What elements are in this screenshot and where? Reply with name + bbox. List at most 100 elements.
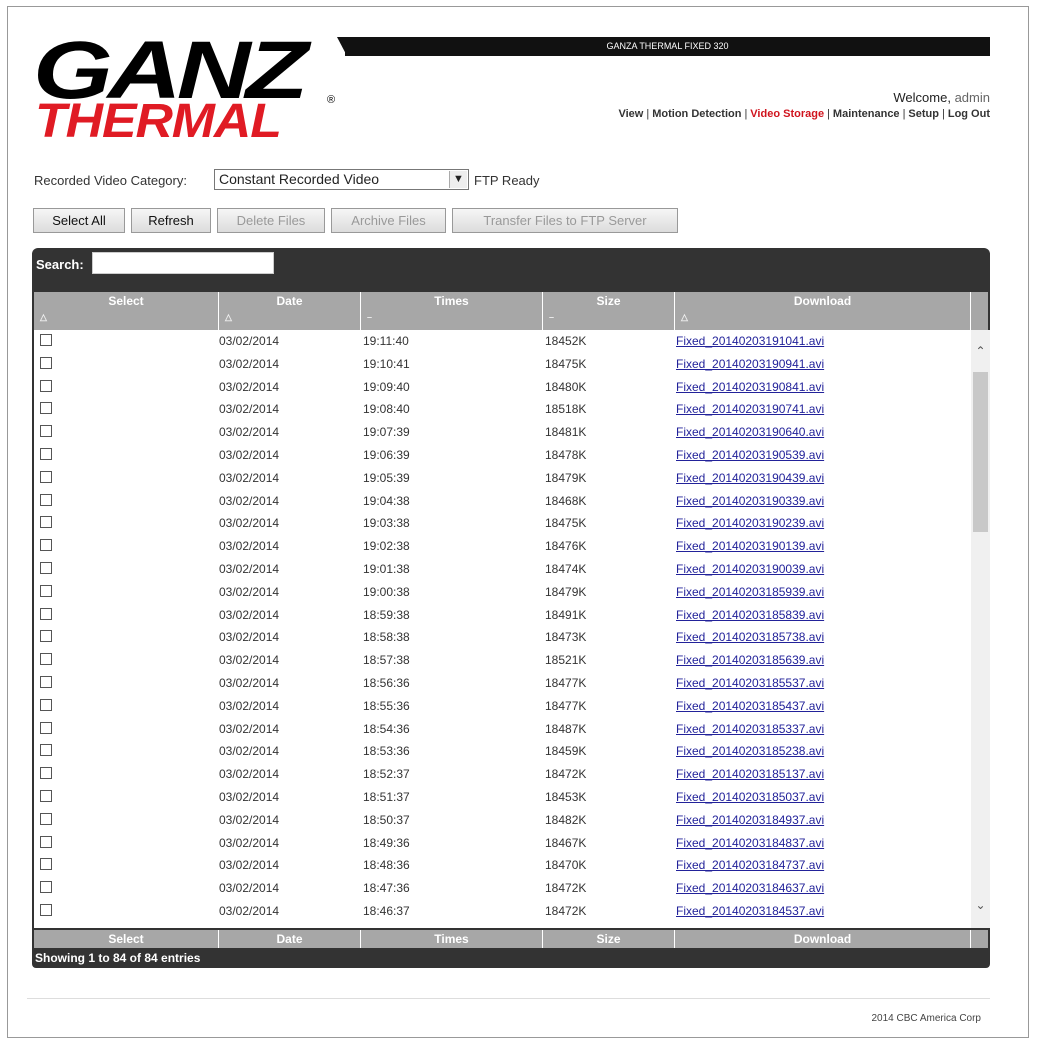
row-checkbox[interactable] — [40, 516, 52, 529]
row-checkbox[interactable] — [40, 607, 52, 620]
row-checkbox[interactable] — [40, 767, 52, 780]
nav-log-out[interactable]: Log Out — [948, 108, 990, 120]
table-row: 03/02/2014 19:02:38 18476K Fixed_2014020319… — [34, 535, 970, 558]
download-link[interactable]: Fixed_20140203184637.avi — [676, 881, 824, 895]
row-date: 03/02/2014 — [219, 448, 280, 462]
sort-icon: △ — [40, 312, 47, 322]
nav-maintenance[interactable]: Maintenance — [833, 108, 900, 120]
category-select[interactable]: Constant Recorded Video ▼ — [214, 169, 469, 190]
transfer-ftp-button[interactable]: Transfer Files to FTP Server — [452, 208, 678, 233]
row-date: 03/02/2014 — [219, 356, 280, 371]
column-header-date[interactable]: Date △ — [219, 292, 361, 330]
vertical-scrollbar[interactable]: ⌃ ⌄ — [971, 330, 990, 928]
row-size: 18478K — [545, 448, 587, 462]
delete-files-button[interactable]: Delete Files — [217, 208, 325, 233]
download-link[interactable]: Fixed_20140203185137.avi — [676, 767, 824, 781]
row-date: 03/02/2014 — [219, 767, 280, 782]
row-checkbox[interactable] — [40, 425, 52, 438]
search-input[interactable] — [92, 252, 274, 274]
row-checkbox[interactable] — [40, 630, 52, 643]
row-checkbox[interactable] — [40, 448, 52, 460]
device-title-banner: GANZA THERMAL FIXED 320 — [345, 37, 990, 56]
scroll-down-icon[interactable]: ⌄ — [971, 898, 990, 912]
row-checkbox[interactable] — [40, 334, 52, 346]
scroll-thumb[interactable] — [973, 372, 988, 532]
row-size: 18487K — [545, 721, 587, 736]
row-size: 18467K — [545, 835, 587, 850]
column-header-size[interactable]: Size – — [543, 292, 675, 330]
download-link[interactable]: Fixed_20140203190239.avi — [676, 516, 824, 530]
download-link[interactable]: Fixed_20140203185939.avi — [676, 585, 824, 599]
row-checkbox[interactable] — [40, 904, 52, 916]
select-all-button[interactable]: Select All — [33, 208, 125, 233]
row-checkbox[interactable] — [40, 584, 52, 597]
download-link[interactable]: Fixed_20140203190439.avi — [676, 471, 824, 485]
row-date: 03/02/2014 — [219, 812, 280, 827]
download-link[interactable]: Fixed_20140203184937.avi — [676, 813, 824, 827]
download-link[interactable]: Fixed_20140203185238.avi — [676, 744, 824, 758]
row-checkbox[interactable] — [40, 470, 52, 483]
download-link[interactable]: Fixed_20140203190941.avi — [676, 357, 824, 371]
row-checkbox[interactable] — [40, 379, 52, 392]
chevron-down-icon[interactable]: ▼ — [449, 171, 467, 188]
row-checkbox[interactable] — [40, 881, 52, 894]
row-date: 03/02/2014 — [219, 584, 280, 599]
download-link[interactable]: Fixed_20140203185639.avi — [676, 653, 824, 667]
row-checkbox[interactable] — [40, 858, 52, 871]
download-link[interactable]: Fixed_20140203185037.avi — [676, 790, 824, 804]
row-checkbox[interactable] — [40, 676, 52, 688]
download-link[interactable]: Fixed_20140203191041.avi — [676, 334, 824, 348]
scroll-up-icon[interactable]: ⌃ — [971, 344, 990, 358]
sort-icon: △ — [225, 312, 232, 322]
download-link[interactable]: Fixed_20140203184537.avi — [676, 904, 824, 918]
row-checkbox[interactable] — [40, 812, 52, 825]
row-size: 18481K — [545, 425, 587, 440]
row-time: 18:56:36 — [363, 676, 410, 690]
download-link[interactable]: Fixed_20140203190539.avi — [676, 448, 824, 462]
download-link[interactable]: Fixed_20140203185839.avi — [676, 608, 824, 622]
row-date: 03/02/2014 — [219, 653, 280, 668]
row-checkbox[interactable] — [40, 744, 52, 757]
row-time: 18:55:36 — [363, 698, 410, 713]
download-link[interactable]: Fixed_20140203190640.avi — [676, 425, 824, 439]
row-checkbox[interactable] — [40, 493, 52, 506]
column-header-select[interactable]: Select △ — [34, 292, 219, 330]
download-link[interactable]: Fixed_20140203185537.avi — [676, 676, 824, 690]
row-checkbox[interactable] — [40, 721, 52, 734]
row-checkbox[interactable] — [40, 402, 52, 415]
row-time: 18:46:37 — [363, 904, 410, 918]
row-checkbox[interactable] — [40, 835, 52, 848]
table-row: 03/02/2014 18:53:36 18459K Fixed_2014020318… — [34, 740, 970, 763]
category-selected-value: Constant Recorded Video — [219, 171, 380, 187]
nav-view[interactable]: View — [618, 108, 643, 120]
nav-setup[interactable]: Setup — [908, 108, 939, 120]
archive-files-button[interactable]: Archive Files — [331, 208, 446, 233]
download-link[interactable]: Fixed_20140203190741.avi — [676, 402, 824, 416]
refresh-button[interactable]: Refresh — [131, 208, 211, 233]
row-checkbox[interactable] — [40, 698, 52, 711]
footer-size: Size — [543, 930, 675, 948]
row-checkbox[interactable] — [40, 539, 52, 552]
download-link[interactable]: Fixed_20140203185337.avi — [676, 722, 824, 736]
nav-motion-detection[interactable]: Motion Detection — [652, 108, 741, 120]
row-date: 03/02/2014 — [219, 744, 280, 759]
row-size: 18470K — [545, 858, 587, 873]
download-link[interactable]: Fixed_20140203184837.avi — [676, 836, 824, 850]
column-header-times[interactable]: Times – — [361, 292, 543, 330]
download-link[interactable]: Fixed_20140203185738.avi — [676, 630, 824, 644]
download-link[interactable]: Fixed_20140203190039.avi — [676, 562, 824, 576]
row-checkbox[interactable] — [40, 562, 52, 574]
row-checkbox[interactable] — [40, 790, 52, 802]
row-size: 18480K — [545, 379, 587, 394]
download-link[interactable]: Fixed_20140203184737.avi — [676, 858, 824, 872]
download-link[interactable]: Fixed_20140203190841.avi — [676, 380, 824, 394]
row-checkbox[interactable] — [40, 356, 52, 369]
row-size: 18474K — [545, 562, 587, 576]
row-checkbox[interactable] — [40, 653, 52, 666]
download-link[interactable]: Fixed_20140203185437.avi — [676, 699, 824, 713]
row-size: 18477K — [545, 698, 587, 713]
column-header-download[interactable]: Download △ — [675, 292, 971, 330]
nav-video-storage[interactable]: Video Storage — [750, 108, 824, 120]
download-link[interactable]: Fixed_20140203190339.avi — [676, 494, 824, 508]
download-link[interactable]: Fixed_20140203190139.avi — [676, 539, 824, 553]
